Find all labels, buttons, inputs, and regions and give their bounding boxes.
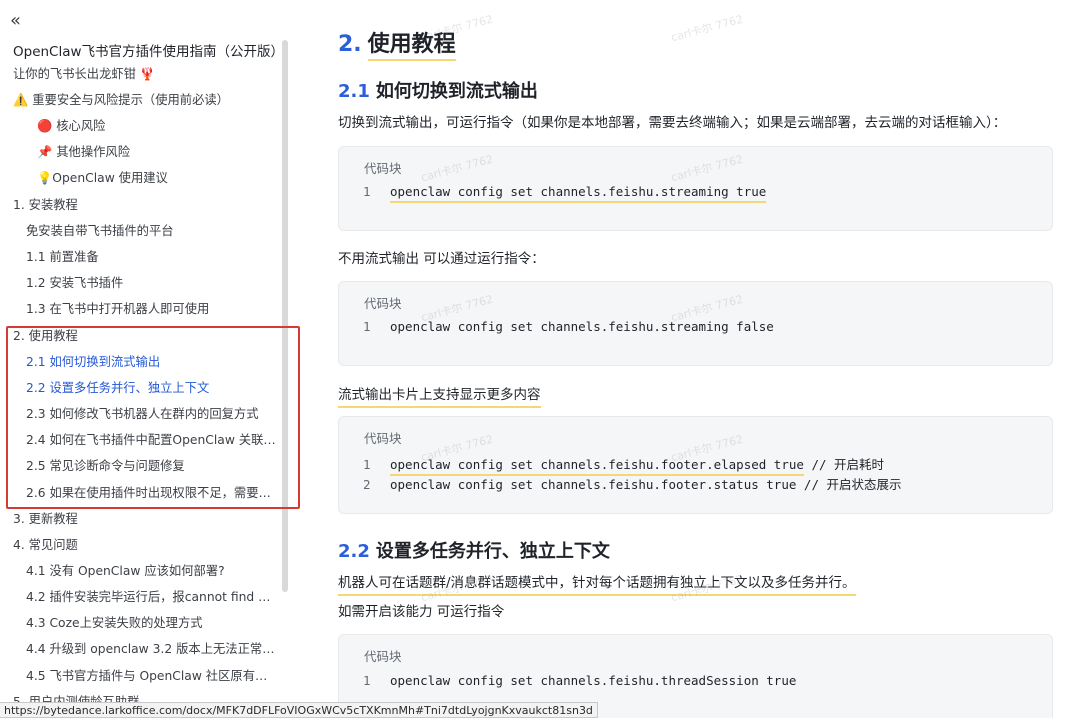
section-heading-2-2: 2.2 设置多任务并行、独立上下文: [338, 537, 610, 563]
outline-item-2-3[interactable]: 2.3 如何修改飞书机器人在群内的回复方式: [26, 403, 259, 425]
underlined-text: 流式输出卡片上支持显示更多内容: [338, 387, 541, 408]
streaming-off-text: 不用流式输出 可以通过运行指令：: [338, 251, 545, 267]
outline-item-2-6[interactable]: 2.6 如果在使用插件时出现权限不足，需要申请权限: [26, 482, 278, 504]
outline-item-4-5[interactable]: 4.5 飞书官方插件与 OpenClaw 社区原有插件的区别: [26, 665, 278, 687]
code-line: 1 openclaw config set channels.feishu.foo…: [363, 454, 885, 476]
code-block-streaming-off[interactable]: 代码块 1 openclaw config set channels.feishu…: [338, 281, 1053, 366]
heading-text: 设置多任务并行、独立上下文: [375, 541, 610, 562]
outline-item-install[interactable]: 1. 安装教程: [13, 194, 78, 216]
outline-item-4-1[interactable]: 4.1 没有 OpenClaw 应该如何部署?: [26, 560, 225, 582]
outline-item-1-1[interactable]: 1.1 前置准备: [26, 246, 99, 268]
line-number: 1: [363, 673, 371, 688]
underlined-text: 机器人可在话题群/消息群话题模式中，针对每个话题拥有独立上下文以及多任务并行。: [338, 575, 856, 596]
outline-item-4-4[interactable]: 4.4 升级到 openclaw 3.2 版本上无法正常调用插件: [26, 638, 278, 660]
outline-item-1-2[interactable]: 1.2 安装飞书插件: [26, 272, 123, 294]
line-number: 1: [363, 184, 371, 199]
heading-number: 2.: [338, 32, 362, 57]
line-number: 1: [363, 457, 371, 472]
streaming-card-more-text: 流式输出卡片上支持显示更多内容: [338, 383, 541, 408]
code-block-label: 代码块: [364, 161, 402, 176]
outline-item-2-2[interactable]: 2.2 设置多任务并行、独立上下文: [26, 377, 209, 399]
outline-item-no-install-platform[interactable]: 免安装自带飞书插件的平台: [26, 220, 174, 242]
code-text: openclaw config set channels.feishu.stre…: [390, 319, 774, 334]
code-block-label: 代码块: [364, 431, 402, 446]
heading-number: 2.1: [338, 81, 370, 102]
code-block-streaming-on[interactable]: 代码块 1 openclaw config set channels.feishu…: [338, 146, 1053, 231]
outline-item-2-1[interactable]: 2.1 如何切换到流式输出: [26, 351, 160, 373]
code-block-label: 代码块: [364, 649, 402, 664]
outline-item-1-3[interactable]: 1.3 在飞书中打开机器人即可使用: [26, 298, 209, 320]
outline-item-2-5[interactable]: 2.5 常见诊断命令与问题修复: [26, 455, 185, 477]
status-bar-url: https://bytedance.larkoffice.com/docx/MF…: [0, 702, 598, 718]
code-block-footer[interactable]: 代码块 1 openclaw config set channels.feishu…: [338, 416, 1053, 514]
outline-item-faq[interactable]: 4. 常见问题: [13, 534, 78, 556]
outline-item-intro[interactable]: 让你的飞书长出龙虾钳 🦞: [13, 63, 155, 85]
thread-session-desc: 机器人可在话题群/消息群话题模式中，针对每个话题拥有独立上下文以及多任务并行。: [338, 571, 856, 596]
outline-document-title[interactable]: OpenClaw飞书官方插件使用指南（公开版）: [13, 40, 284, 60]
heading-text: 使用教程: [367, 32, 456, 61]
watermark: carl卡尔 7762: [669, 12, 745, 45]
outline-item-2-4[interactable]: 2.4 如何在飞书插件中配置OpenClaw 关联多个飞书机器人: [26, 429, 278, 451]
code-line: 1 openclaw config set channels.feishu.str…: [363, 184, 767, 203]
section-heading-2: 2. 使用教程: [338, 26, 456, 61]
thread-session-enable-text: 如需开启该能力 可运行指令: [338, 604, 505, 620]
collapse-sidebar-icon[interactable]: «: [10, 12, 30, 32]
code-comment: // 开启状态展示: [796, 477, 902, 492]
code-text: openclaw config set channels.feishu.foot…: [390, 477, 797, 492]
heading-number: 2.2: [338, 541, 370, 562]
heading-text: 如何切换到流式输出: [375, 81, 538, 102]
outline-item-usage-tips[interactable]: 💡OpenClaw 使用建议: [37, 167, 168, 189]
outline-item-core-risk[interactable]: 🔴 核心风险: [37, 115, 105, 137]
code-text: openclaw config set channels.feishu.stre…: [390, 184, 767, 203]
section-heading-2-1: 2.1 如何切换到流式输出: [338, 77, 538, 103]
code-line: 1 openclaw config set channels.feishu.str…: [363, 319, 774, 334]
code-line: 2 openclaw config set channels.feishu.foo…: [363, 474, 902, 493]
outline-item-safety[interactable]: ⚠️ 重要安全与风险提示（使用前必读）: [13, 89, 229, 111]
outline-item-4-2[interactable]: 4.2 插件安装完毕运行后，报cannot find module: [26, 586, 278, 608]
outline-item-other-risk[interactable]: 📌 其他操作风险: [37, 141, 130, 163]
code-line: 1 openclaw config set channels.feishu.thr…: [363, 673, 796, 688]
line-number: 2: [363, 477, 371, 492]
line-number: 1: [363, 319, 371, 334]
document-body: 2. 使用教程 2.1 如何切换到流式输出 切换到流式输出，可运行指令（如果你是本地…: [300, 0, 1080, 718]
outline-item-update[interactable]: 3. 更新教程: [13, 508, 78, 530]
outline-sidebar: « OpenClaw飞书官方插件使用指南（公开版） 让你的飞书长出龙虾钳 🦞 ⚠…: [0, 0, 292, 718]
code-block-label: 代码块: [364, 296, 402, 311]
outline-item-usage[interactable]: 2. 使用教程: [13, 325, 78, 347]
code-comment: // 开启耗时: [803, 457, 885, 472]
streaming-intro-text: 切换到流式输出，可运行指令（如果你是本地部署，需要去终端输入；如果是云端部署，去…: [338, 115, 1007, 131]
sidebar-scrollbar[interactable]: [282, 40, 288, 592]
code-text: openclaw config set channels.feishu.thre…: [390, 673, 797, 688]
outline-item-4-3[interactable]: 4.3 Coze上安装失败的处理方式: [26, 612, 203, 634]
